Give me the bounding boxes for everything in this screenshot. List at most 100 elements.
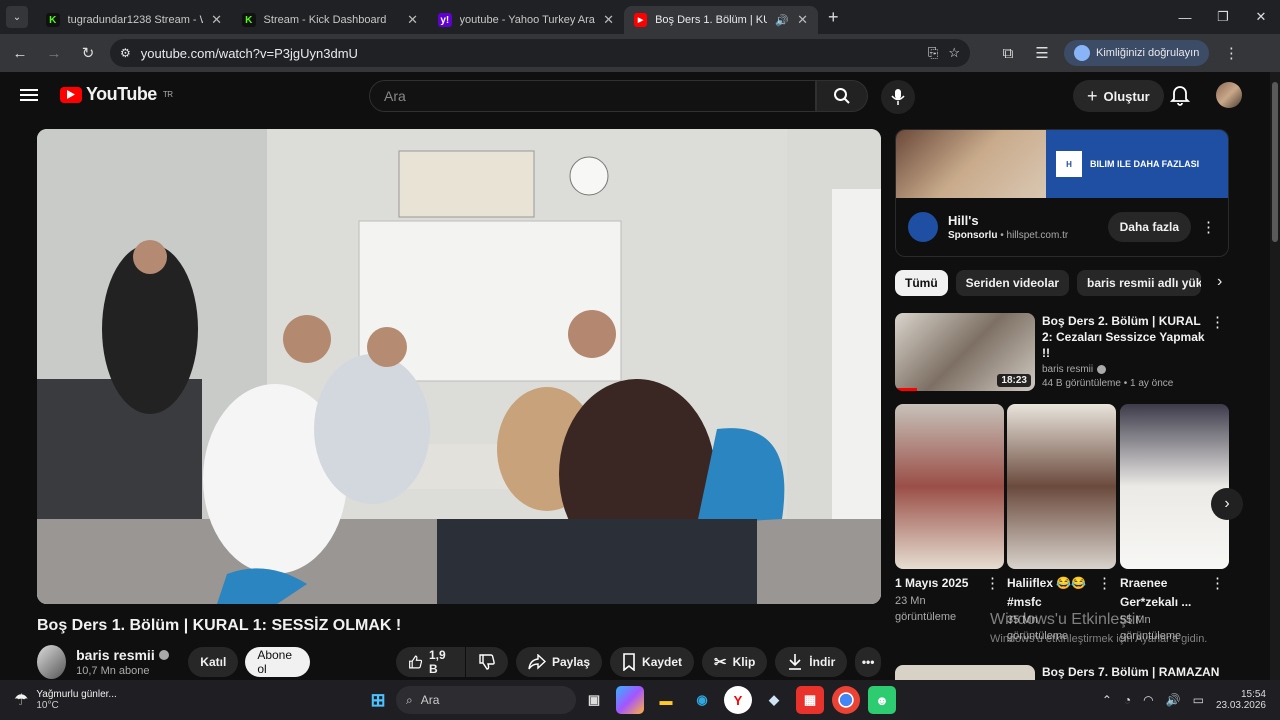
- clock[interactable]: 15:54 23.03.2026: [1216, 689, 1266, 711]
- more-vert-icon[interactable]: ⋮: [1201, 218, 1216, 236]
- more-actions-button[interactable]: •••: [855, 647, 881, 677]
- chip-series[interactable]: Seriden videolar: [955, 270, 1070, 296]
- steam-icon[interactable]: ◆: [760, 686, 788, 714]
- audio-icon[interactable]: 🔊: [775, 14, 789, 27]
- next-item-peek[interactable]: Boş Ders 7. Bölüm | RAMAZAN: [895, 665, 1229, 681]
- search-button[interactable]: [816, 80, 868, 112]
- wifi-icon[interactable]: ◠: [1143, 693, 1153, 707]
- edge-icon[interactable]: ◉: [688, 686, 716, 714]
- create-button[interactable]: + Oluştur: [1073, 80, 1164, 112]
- tray-expand-icon[interactable]: ⌃: [1102, 693, 1112, 707]
- next-item-thumbnail[interactable]: [895, 665, 1035, 681]
- learn-more-button[interactable]: Daha fazla: [1107, 212, 1191, 242]
- notifications-button[interactable]: [1169, 84, 1191, 111]
- more-vert-icon[interactable]: ⋮: [1210, 574, 1225, 592]
- verified-icon: [158, 650, 169, 660]
- channel-avatar[interactable]: [37, 645, 67, 679]
- hamburger-icon[interactable]: [20, 86, 38, 104]
- voice-search-button[interactable]: [881, 80, 915, 114]
- new-tab-button[interactable]: +: [828, 7, 839, 28]
- channel-name[interactable]: baris resmii: [76, 647, 155, 663]
- taskbar-search[interactable]: ⌕ Ara: [396, 686, 576, 714]
- tab-4-active[interactable]: ▶ Boş Ders 1. Bölüm | KURAL 🔊 ✕: [624, 6, 818, 34]
- maximize-icon[interactable]: ❐: [1204, 0, 1242, 34]
- short-title: 1 Mayıs 2025: [895, 576, 969, 590]
- taskbar-search-text: Ara: [420, 693, 440, 707]
- plus-icon: +: [1087, 85, 1098, 106]
- media-control-icon[interactable]: ☰: [1030, 41, 1054, 65]
- save-button[interactable]: Kaydet: [610, 647, 695, 677]
- minimize-icon[interactable]: —: [1166, 0, 1204, 34]
- video-title: Boş Ders 1. Bölüm | KURAL 1: SESSİZ OLMA…: [37, 617, 402, 634]
- page-scrollbar[interactable]: [1270, 72, 1280, 680]
- tray-app-icon[interactable]: ◔: [1124, 693, 1131, 707]
- chip-all[interactable]: Tümü: [895, 270, 948, 296]
- menu-dots-icon[interactable]: ⋮: [1219, 41, 1243, 65]
- duration-badge: 18:23: [997, 374, 1031, 387]
- clip-button[interactable]: ✂ Klip: [702, 647, 768, 677]
- tab-title: tugradundar1238 Stream - Watc: [67, 14, 204, 26]
- account-avatar[interactable]: [1216, 82, 1242, 108]
- search-input[interactable]: Ara: [369, 80, 816, 112]
- bell-icon: [1169, 86, 1191, 106]
- copilot-icon[interactable]: [616, 686, 644, 714]
- video-player[interactable]: [37, 129, 881, 604]
- related-video[interactable]: 18:23 Boş Ders 2. Bölüm | KURAL 2: Cezal…: [895, 313, 1229, 391]
- download-button[interactable]: İndir: [775, 647, 848, 677]
- learn-more-label: Daha fazla: [1119, 220, 1179, 234]
- tab-1[interactable]: K tugradundar1238 Stream - Watc ✕: [36, 6, 232, 34]
- shorts-next-button[interactable]: ›: [1211, 488, 1243, 520]
- task-view-icon[interactable]: ▣: [580, 686, 608, 714]
- site-info-icon[interactable]: ⚙: [120, 46, 131, 60]
- more-vert-icon[interactable]: ⋮: [985, 574, 1000, 592]
- close-window-icon[interactable]: ✕: [1242, 0, 1280, 34]
- close-icon[interactable]: ✕: [407, 12, 418, 28]
- tab-2[interactable]: K Stream - Kick Dashboard ✕: [232, 6, 428, 34]
- install-app-icon[interactable]: ⎘: [928, 45, 938, 61]
- yandex-icon[interactable]: Y: [724, 686, 752, 714]
- extensions-icon[interactable]: ⧉: [996, 41, 1020, 65]
- bookmark-star-icon[interactable]: ☆: [948, 45, 960, 61]
- join-label: Katıl: [200, 655, 227, 669]
- url-text: youtube.com/watch?v=P3jgUyn3dmU: [140, 45, 358, 61]
- download-label: İndir: [809, 655, 836, 669]
- back-icon[interactable]: ←: [8, 41, 32, 65]
- chip-next-icon[interactable]: ›: [1217, 270, 1222, 296]
- chip-channel-uploads[interactable]: baris resmii adlı yükle: [1077, 270, 1202, 296]
- thumbs-up-icon: [408, 655, 422, 669]
- short-thumbnail[interactable]: [895, 404, 1004, 569]
- short-thumbnail[interactable]: [1120, 404, 1229, 569]
- close-icon[interactable]: ✕: [603, 12, 614, 28]
- more-vert-icon[interactable]: ⋮: [1097, 574, 1112, 592]
- forward-icon[interactable]: →: [42, 41, 66, 65]
- chrome-icon[interactable]: [832, 686, 860, 714]
- short-thumbnail[interactable]: [1007, 404, 1116, 569]
- tab-search-button[interactable]: ⌄: [6, 6, 28, 28]
- share-button[interactable]: Paylaş: [515, 647, 603, 677]
- weather-widget[interactable]: ☂ Yağmurlu günler... 10°C: [0, 689, 360, 711]
- close-icon[interactable]: ✕: [211, 12, 222, 28]
- verify-identity-button[interactable]: Kimliğinizi doğrulayın: [1064, 40, 1210, 66]
- app-red-icon[interactable]: ▦: [796, 686, 824, 714]
- more-vert-icon[interactable]: ⋮: [1210, 313, 1225, 331]
- tab-3[interactable]: y! youtube - Yahoo Turkey Arama ✕: [428, 6, 624, 34]
- close-icon[interactable]: ✕: [797, 12, 808, 28]
- share-label: Paylaş: [551, 655, 591, 669]
- youtube-logo[interactable]: YouTube TR: [60, 84, 173, 105]
- subscribe-button[interactable]: Abone ol: [245, 647, 310, 677]
- ad-banner[interactable]: H BILIM ILE DAHA FAZLASI: [896, 130, 1228, 198]
- battery-icon[interactable]: ▭: [1193, 693, 1204, 707]
- start-icon[interactable]: ⊞: [364, 686, 392, 714]
- like-button[interactable]: 1,9 B: [395, 647, 465, 677]
- reload-icon[interactable]: ↻: [76, 41, 100, 65]
- volume-icon[interactable]: 🔊: [1166, 693, 1181, 707]
- dislike-button[interactable]: [465, 647, 508, 677]
- ad-card[interactable]: H BILIM ILE DAHA FAZLASI Hill's Sponsorl…: [895, 129, 1229, 257]
- url-bar[interactable]: ⚙ youtube.com/watch?v=P3jgUyn3dmU ⎘ ☆: [110, 39, 970, 67]
- join-button[interactable]: Katıl: [188, 647, 239, 677]
- ad-banner-text: BILIM ILE DAHA FAZLASI: [1090, 159, 1200, 169]
- scrollbar-thumb[interactable]: [1272, 82, 1278, 242]
- discord-icon[interactable]: ☻: [868, 686, 896, 714]
- file-explorer-icon[interactable]: ▬: [652, 686, 680, 714]
- related-thumbnail[interactable]: 18:23: [895, 313, 1035, 391]
